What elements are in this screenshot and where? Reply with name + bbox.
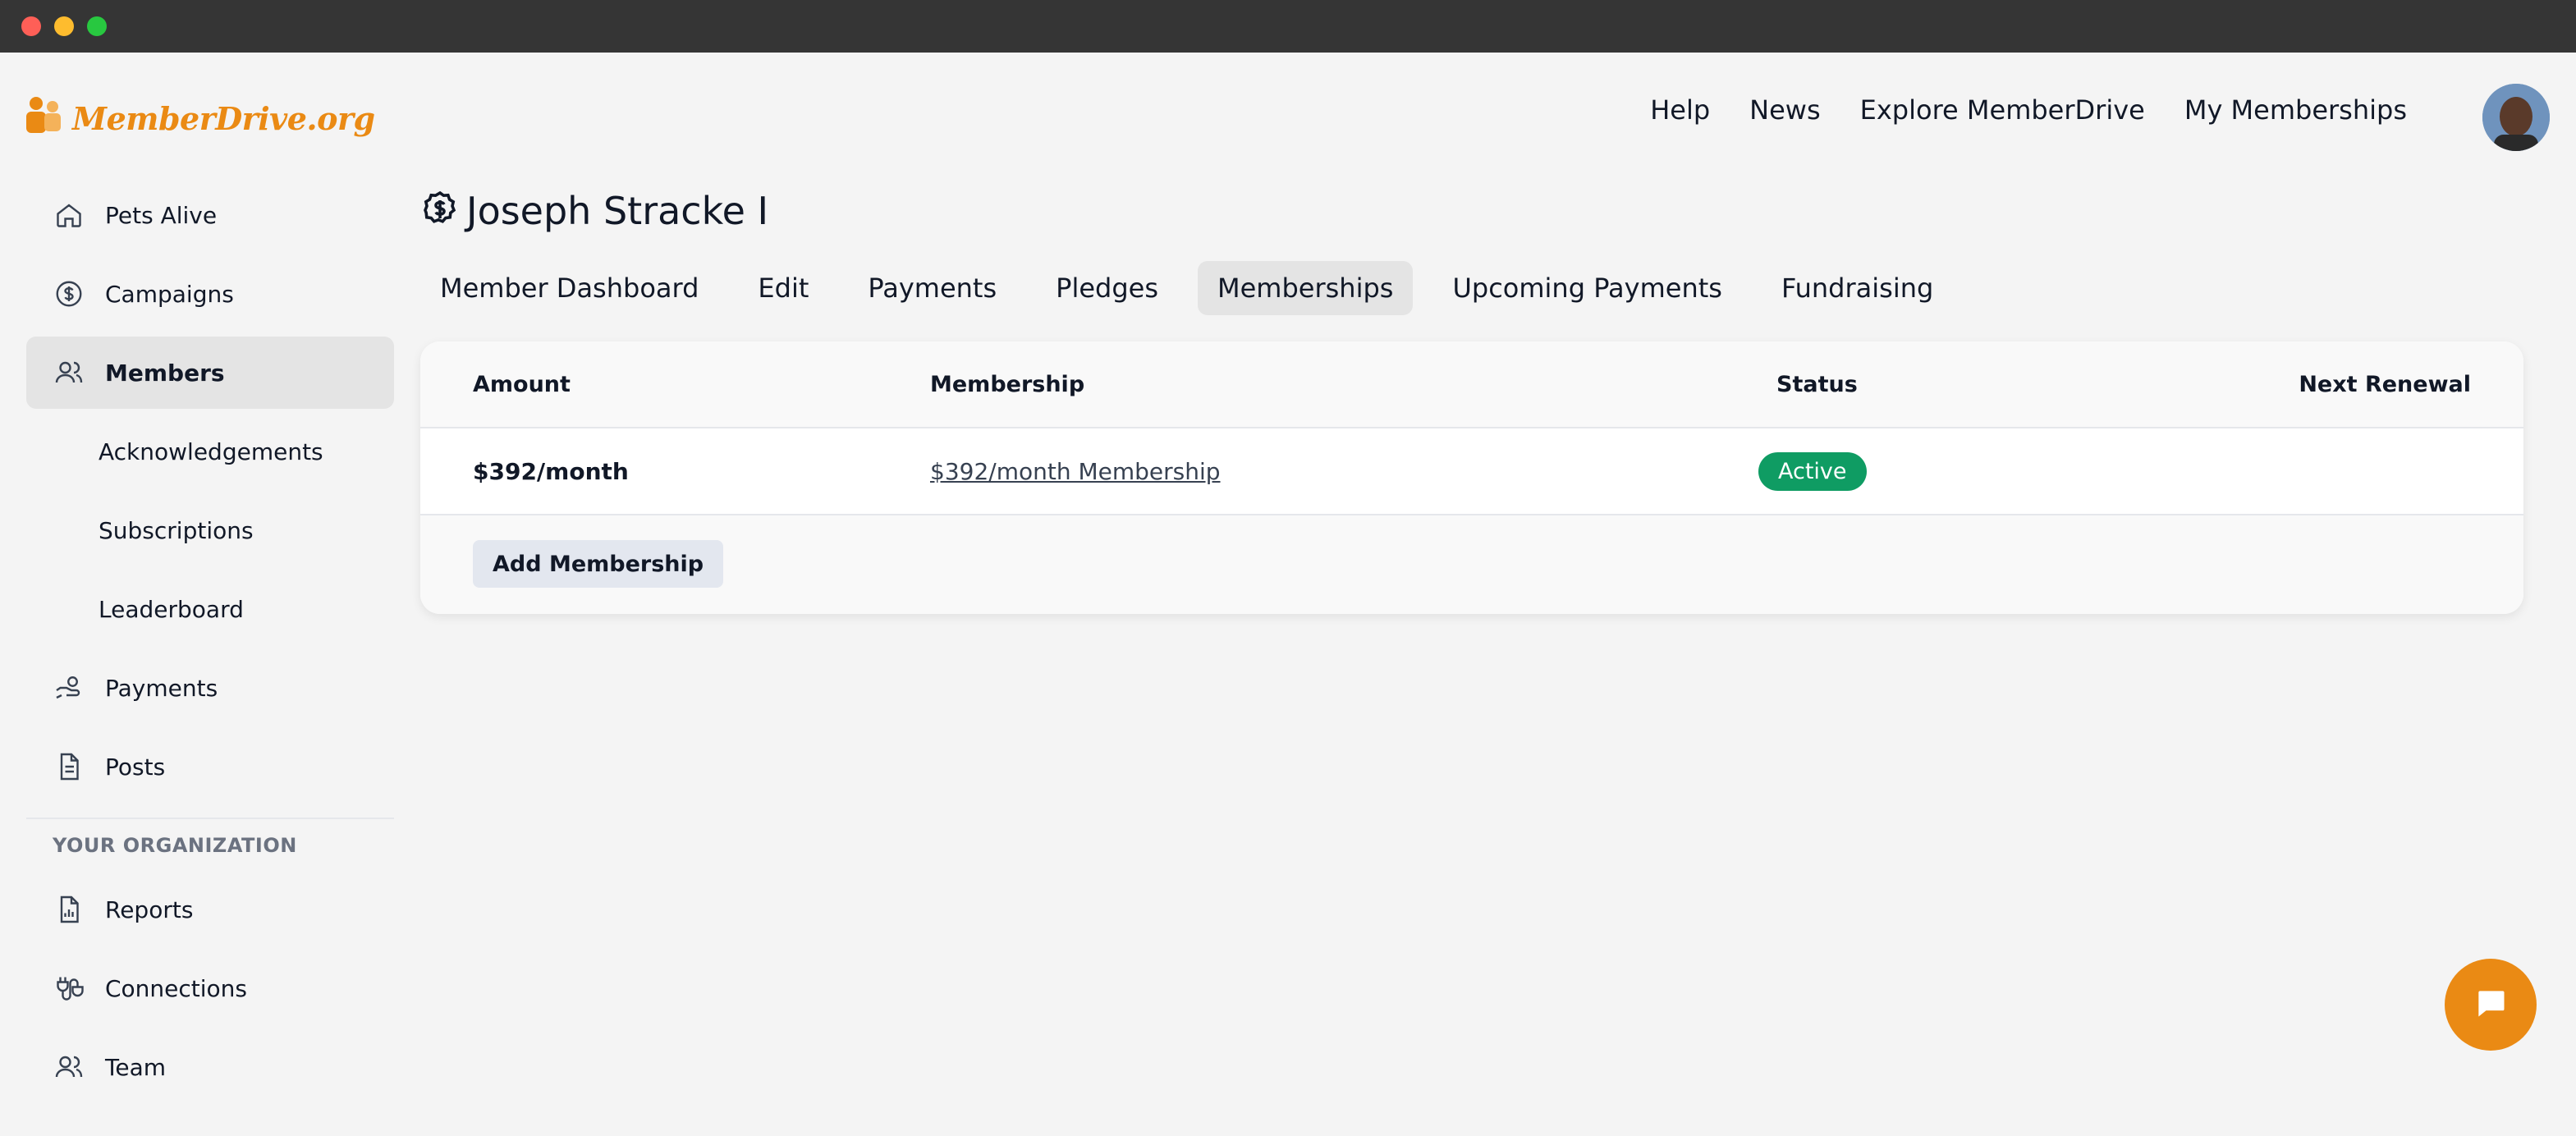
sidebar-item-posts[interactable]: Posts: [26, 731, 394, 803]
sidebar-item-team[interactable]: Team: [26, 1031, 394, 1103]
sidebar-item-label: Reports: [105, 896, 194, 923]
sidebar-item-label: Campaigns: [105, 280, 234, 308]
chat-button[interactable]: [2445, 959, 2537, 1051]
users-icon: [53, 356, 85, 389]
sidebar-item-connections[interactable]: Connections: [26, 952, 394, 1024]
avatar[interactable]: [2482, 84, 2550, 151]
memberships-card: Amount Membership Status Next Renewal $3…: [420, 341, 2523, 614]
sidebar-item-leaderboard[interactable]: Leaderboard: [26, 573, 394, 645]
team-icon: [53, 1051, 85, 1083]
zoom-window-button[interactable]: [87, 16, 107, 36]
sidebar-item-label: Connections: [105, 974, 248, 1002]
nav-explore[interactable]: Explore MemberDrive: [1860, 94, 2145, 126]
add-membership-button[interactable]: Add Membership: [473, 540, 724, 588]
header-membership: Membership: [930, 371, 1085, 397]
document-icon: [53, 750, 85, 783]
tab-edit[interactable]: Edit: [738, 261, 828, 315]
sidebar-item-label: Payments: [105, 674, 218, 702]
sidebar-section-title: YOUR ORGANIZATION: [53, 834, 297, 857]
brand-name: MemberDrive.org: [72, 99, 375, 137]
hand-coins-icon: [53, 671, 85, 704]
report-icon: [53, 893, 85, 926]
sidebar-divider: [26, 818, 394, 819]
tab-member-dashboard[interactable]: Member Dashboard: [420, 261, 718, 315]
card-footer: Add Membership: [420, 515, 2523, 614]
member-name: Joseph Stracke I: [466, 189, 769, 233]
chat-icon: [2473, 985, 2509, 1024]
dollar-badge-icon: [420, 190, 460, 232]
brand-logo[interactable]: MemberDrive.org: [25, 92, 375, 144]
cell-membership: $392/month Membership: [930, 428, 1221, 514]
tab-upcoming-payments[interactable]: Upcoming Payments: [1432, 261, 1742, 315]
sidebar-item-payments[interactable]: Payments: [26, 652, 394, 724]
user-photo: [2482, 84, 2550, 151]
top-navigation: Help News Explore MemberDrive My Members…: [1650, 92, 2407, 128]
sidebar-item-campaigns[interactable]: Campaigns: [26, 258, 394, 330]
status-badge: Active: [1758, 451, 1867, 491]
dollar-badge-icon: [53, 277, 85, 310]
plug-icon: [53, 972, 85, 1005]
sidebar-item-label: Posts: [105, 753, 166, 781]
table-header: Amount Membership Status Next Renewal: [420, 341, 2523, 428]
sidebar: Pets Alive Campaigns Members Acknowledge…: [26, 179, 394, 1110]
home-icon: [53, 199, 85, 231]
header-amount: Amount: [473, 371, 571, 397]
cell-amount: $392/month: [473, 457, 629, 485]
page-title: Joseph Stracke I: [420, 184, 768, 238]
nav-news[interactable]: News: [1749, 94, 1820, 126]
nav-my-memberships[interactable]: My Memberships: [2184, 94, 2407, 126]
sidebar-item-subscriptions[interactable]: Subscriptions: [26, 494, 394, 566]
close-window-button[interactable]: [21, 16, 41, 36]
header-status: Status: [1776, 371, 1858, 397]
sidebar-item-pets-alive[interactable]: Pets Alive: [26, 179, 394, 251]
minimize-window-button[interactable]: [54, 16, 74, 36]
tab-payments[interactable]: Payments: [848, 261, 1016, 315]
nav-help[interactable]: Help: [1650, 94, 1710, 126]
sidebar-item-label: Team: [105, 1053, 167, 1081]
sidebar-item-members[interactable]: Members: [26, 337, 394, 409]
sidebar-item-acknowledgements[interactable]: Acknowledgements: [26, 415, 394, 488]
sidebar-item-label: Members: [105, 359, 225, 387]
header-next-renewal: Next Renewal: [2299, 371, 2471, 397]
sidebar-item-reports[interactable]: Reports: [26, 873, 394, 946]
table-row: $392/month $392/month Membership Active: [420, 428, 2523, 515]
tab-memberships[interactable]: Memberships: [1198, 261, 1414, 315]
members-logo-icon: [26, 97, 61, 133]
member-tabs: Member Dashboard Edit Payments Pledges M…: [420, 261, 1953, 315]
window-titlebar: [0, 0, 2576, 53]
membership-link[interactable]: $392/month Membership: [930, 458, 1221, 485]
tab-pledges[interactable]: Pledges: [1036, 261, 1178, 315]
cell-status: Active: [1758, 428, 1867, 514]
tab-fundraising[interactable]: Fundraising: [1762, 261, 1953, 315]
sidebar-item-label: Pets Alive: [105, 201, 218, 229]
